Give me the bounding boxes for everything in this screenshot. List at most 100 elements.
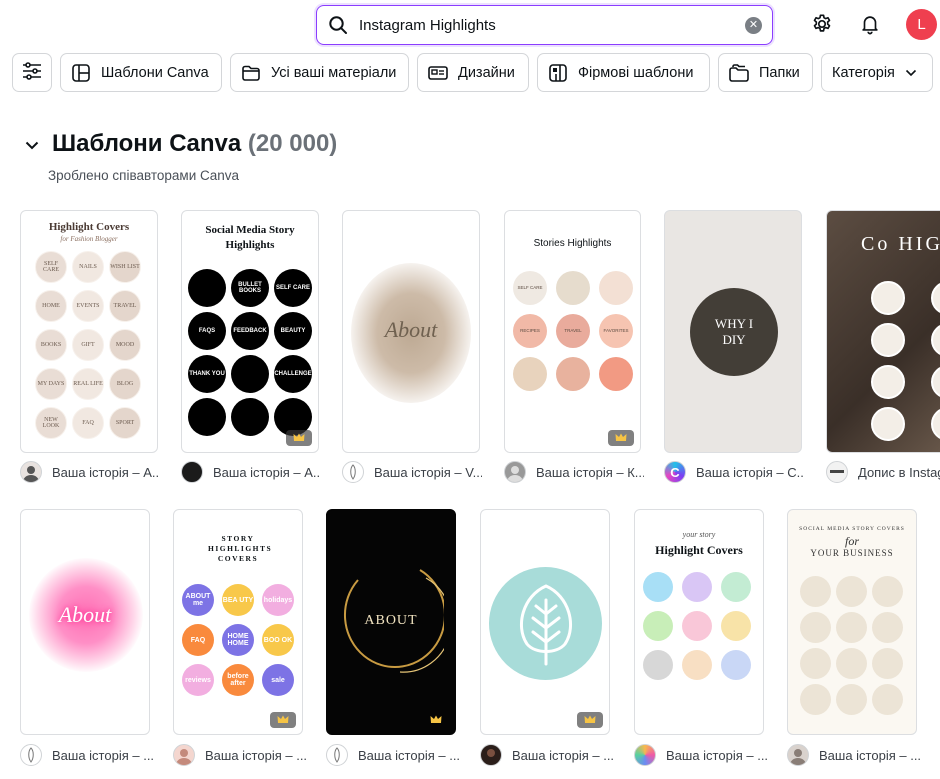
filter-canva-templates-button[interactable]: Шаблони Canva: [60, 53, 222, 92]
template-card[interactable]: About: [342, 210, 480, 453]
author-avatar: [504, 461, 526, 483]
highlight-circle: ABOUT me: [182, 584, 214, 616]
highlight-circle: [599, 271, 633, 305]
template-caption[interactable]: C Ваша історія – С...: [664, 461, 804, 483]
highlight-circle: [556, 271, 590, 305]
template-card[interactable]: your story Highlight Covers: [634, 509, 764, 735]
template-caption-text: Ваша історія – ...: [819, 747, 922, 763]
template-card[interactable]: WHY I DIY: [664, 210, 802, 453]
card-design-subtitle: for Fashion Blogger: [60, 235, 118, 243]
highlight-circle: [188, 269, 226, 307]
collapse-section-chevron-icon[interactable]: [22, 135, 42, 155]
highlight-circle: TRAVEL: [556, 314, 590, 348]
search-bar[interactable]: ✕: [316, 5, 773, 45]
template-caption[interactable]: Ваша історія – К...: [504, 461, 644, 483]
filter-brand-templates-button[interactable]: Фірмові шаблони: [537, 53, 710, 92]
highlight-circle: [231, 398, 269, 436]
template-caption[interactable]: Ваша історія – А...: [181, 461, 321, 483]
highlight-circle: FAQ: [72, 407, 104, 439]
template-card[interactable]: Social Media Story Highlights BULLET BOO…: [181, 210, 319, 453]
highlight-circle: [836, 684, 867, 715]
template-card[interactable]: About: [20, 509, 150, 735]
template-caption[interactable]: Ваша історія – ...: [634, 744, 769, 766]
highlight-circle: MOOD: [109, 329, 141, 361]
clear-search-icon[interactable]: ✕: [745, 16, 762, 34]
design-icon: [428, 63, 448, 83]
highlight-circle: [721, 611, 751, 641]
template-card[interactable]: Co HIGHLI: [826, 210, 940, 453]
highlight-circle: BLOG: [109, 368, 141, 400]
highlight-circle: BULLET BOOKS: [231, 269, 269, 307]
crown-icon: [277, 711, 289, 729]
template-caption[interactable]: Ваша історія – А...: [20, 461, 160, 483]
highlight-circle: sale: [262, 664, 294, 696]
card-design-word: About: [58, 602, 112, 627]
premium-crown-badge: [423, 712, 449, 728]
filter-label: Фірмові шаблони: [578, 64, 694, 81]
filter-label: Категорія: [832, 64, 895, 81]
template-card[interactable]: Stories Highlights SELF CARE RECIPES TRAVE…: [504, 210, 641, 453]
highlight-circle: [872, 684, 903, 715]
template-caption[interactable]: Ваша історія – ...: [787, 744, 922, 766]
template-caption[interactable]: Допис в Instagram: [826, 461, 940, 483]
canva-logo-avatar: C: [664, 461, 686, 483]
template-caption[interactable]: Ваша історія – ...: [480, 744, 615, 766]
template-caption-text: Ваша історія – ...: [512, 747, 615, 763]
user-avatar[interactable]: L: [906, 9, 937, 40]
highlight-circle: [836, 648, 867, 679]
highlight-circle: [721, 650, 751, 680]
leaf-icon: [519, 583, 572, 665]
section-count: (20 000): [247, 130, 338, 157]
highlight-circle: EVENTS: [72, 290, 104, 322]
template-card[interactable]: SOCIAL MEDIA STORY COVERS for YOUR BUSIN…: [787, 509, 917, 735]
settings-gear-icon[interactable]: [809, 11, 835, 37]
notifications-bell-icon[interactable]: [857, 11, 883, 37]
highlight-circle: [643, 572, 673, 602]
highlight-circle: [871, 365, 905, 399]
highlight-circle: [836, 612, 867, 643]
filter-folders-button[interactable]: Папки: [718, 53, 813, 92]
card-design-title: Co HIGHLI: [861, 233, 940, 255]
card-design-title: Social Media Story Highlights: [205, 224, 295, 251]
filter-all-materials-button[interactable]: Усі ваші матеріали: [230, 53, 409, 92]
highlight-circle: [872, 648, 903, 679]
card-design-word: About: [384, 317, 438, 342]
highlight-circle: MY DAYS: [35, 368, 67, 400]
filter-designs-button[interactable]: Дизайни: [417, 53, 529, 92]
highlight-circle: SELF CARE: [35, 251, 67, 283]
highlight-circle: SELF CARE: [274, 269, 312, 307]
search-input[interactable]: [359, 16, 745, 34]
card-design-subtitle: your story: [682, 530, 716, 539]
highlight-circle: [721, 572, 751, 602]
template-card[interactable]: Highlight Covers for Fashion Blogger SEL…: [20, 210, 158, 453]
template-caption-text: Ваша історія – А...: [213, 464, 321, 480]
template-card[interactable]: [480, 509, 610, 735]
filter-category-dropdown[interactable]: Категорія: [821, 53, 933, 92]
highlight-circle: [871, 407, 905, 441]
template-caption[interactable]: Ваша історія – ...: [326, 744, 461, 766]
crown-icon: [430, 711, 442, 729]
sliders-icon: [22, 61, 42, 84]
highlight-circle: BOOKS: [35, 329, 67, 361]
highlight-circle: [682, 572, 712, 602]
highlight-circle: [231, 355, 269, 393]
highlight-circle: [599, 357, 633, 391]
highlight-circle: [556, 357, 590, 391]
highlight-circle: [643, 650, 673, 680]
brand-template-icon: [548, 63, 568, 83]
highlight-circle: FAVORITES: [599, 314, 633, 348]
highlight-circle: [643, 611, 673, 641]
highlight-circle: SELF CARE: [513, 271, 547, 305]
template-caption[interactable]: Ваша історія – ...: [173, 744, 308, 766]
section-title-text: Шаблони Canva: [52, 130, 242, 157]
template-caption[interactable]: Ваша історія – V...: [342, 461, 482, 483]
template-card[interactable]: ABOUT: [326, 509, 456, 735]
template-card[interactable]: STORY HIGHLIGHTS COVERS ABOUT me BEA UTY h…: [173, 509, 303, 735]
highlight-circle: [931, 407, 940, 441]
filter-settings-button[interactable]: [12, 53, 52, 92]
highlight-circle: FAQ: [182, 624, 214, 656]
highlight-circle: [513, 357, 547, 391]
highlight-circle: HOME: [35, 290, 67, 322]
template-caption[interactable]: Ваша історія – ...: [20, 744, 155, 766]
chevron-down-icon: [905, 69, 917, 77]
